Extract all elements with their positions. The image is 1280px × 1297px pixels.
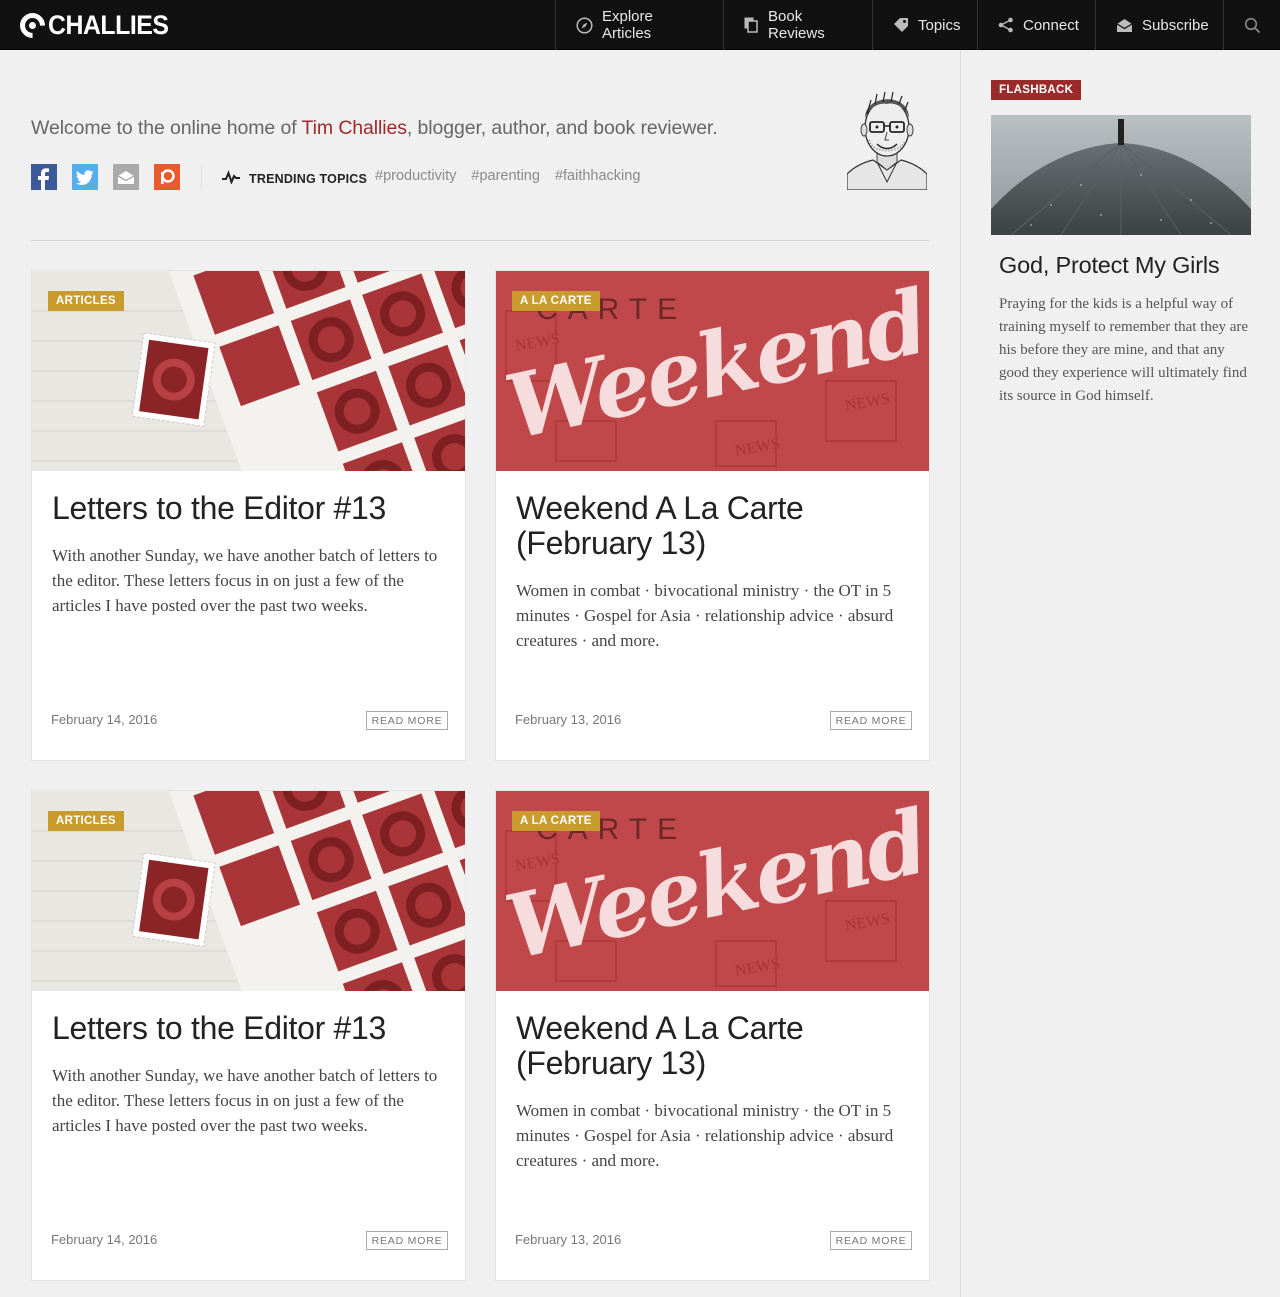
card-excerpt: Women in combat · bivocational ministry … <box>516 1101 894 1170</box>
tag-link[interactable]: #parenting <box>471 168 540 184</box>
nav-connect[interactable]: Connect <box>977 0 1095 50</box>
nav-label: Topics <box>918 16 961 34</box>
card-title[interactable]: Weekend A La Carte (February 13) <box>516 491 916 561</box>
category-badge[interactable]: A LA CARTE <box>512 291 600 311</box>
main-nav: Explore Articles Book Reviews Topics Con… <box>555 0 1280 50</box>
trending-icon <box>221 170 241 187</box>
nav-topics[interactable]: Topics <box>872 0 977 50</box>
nav-label: Explore Articles <box>602 8 653 42</box>
card-excerpt: Women in combat · bivocational ministry … <box>516 581 894 650</box>
article-card[interactable]: ARTICLES Letters to the Editor #13 With … <box>31 790 466 1281</box>
tag-icon <box>893 17 909 34</box>
welcome-text: Welcome to the online home of Tim Challi… <box>31 117 718 140</box>
read-more-button[interactable]: READ MORE <box>830 1231 912 1250</box>
nav-label: Connect <box>1023 16 1079 34</box>
email-icon[interactable] <box>113 164 139 190</box>
card-title[interactable]: Weekend A La Carte (February 13) <box>516 1011 916 1081</box>
challies-logo[interactable]: CHALLIES <box>14 7 179 43</box>
intro-section: Welcome to the online home of Tim Challi… <box>31 50 929 241</box>
trending-tags: #productivity #parenting #faithhacking <box>375 168 640 184</box>
read-more-button[interactable]: READ MORE <box>366 711 448 730</box>
card-date: February 14, 2016 <box>51 712 158 727</box>
nav-label: Subscribe <box>1142 16 1209 34</box>
search-button[interactable] <box>1223 0 1280 50</box>
read-more-button[interactable]: READ MORE <box>830 711 912 730</box>
card-image-letters[interactable]: ARTICLES <box>32 271 465 471</box>
category-badge[interactable]: ARTICLES <box>48 291 124 311</box>
card-date: February 13, 2016 <box>515 712 622 727</box>
article-card[interactable]: CARTE NEWS NEWS NEWS Weekend A LA CARTE … <box>495 270 930 761</box>
compass-icon <box>576 16 593 34</box>
tag-link[interactable]: #faithhacking <box>555 168 640 184</box>
card-date: February 13, 2016 <box>515 1232 622 1247</box>
flashback-excerpt: Praying for the kids is a helpful way of… <box>999 296 1249 404</box>
flashback-title[interactable]: God, Protect My Girls <box>999 252 1220 279</box>
books-icon <box>744 17 759 34</box>
nav-explore-articles[interactable]: Explore Articles <box>555 0 723 50</box>
card-title[interactable]: Letters to the Editor #13 <box>52 1011 452 1046</box>
nav-subscribe[interactable]: Subscribe <box>1095 0 1223 50</box>
category-badge[interactable]: ARTICLES <box>48 811 124 831</box>
search-icon <box>1244 17 1261 34</box>
trending-topics-label: TRENDING TOPICS <box>221 170 367 187</box>
top-navigation-bar: CHALLIES Explore Articles Book Reviews T… <box>0 0 1280 50</box>
card-image-letters[interactable]: ARTICLES <box>32 791 465 991</box>
article-card[interactable]: CARTE NEWS NEWS NEWS Weekend A LA CARTE … <box>495 790 930 1281</box>
card-image-weekend[interactable]: CARTE NEWS NEWS NEWS Weekend A LA CARTE <box>496 791 929 991</box>
envelope-icon <box>1116 17 1133 34</box>
author-avatar[interactable] <box>846 78 928 191</box>
facebook-icon[interactable] <box>31 164 57 190</box>
flashback-image[interactable] <box>991 115 1251 235</box>
logo-text: CHALLIES <box>48 9 169 40</box>
welcome-prefix: Welcome to the online home of <box>31 117 302 139</box>
patreon-icon[interactable] <box>154 164 180 190</box>
card-date: February 14, 2016 <box>51 1232 158 1247</box>
social-divider <box>201 164 202 190</box>
card-excerpt: With another Sunday, we have another bat… <box>52 546 438 615</box>
welcome-suffix: , blogger, author, and book reviewer. <box>406 117 718 139</box>
flashback-badge[interactable]: FLASHBACK <box>991 80 1082 100</box>
category-badge[interactable]: A LA CARTE <box>512 811 600 831</box>
card-excerpt: With another Sunday, we have another bat… <box>52 1066 438 1135</box>
tag-link[interactable]: #productivity <box>375 168 456 184</box>
share-icon <box>998 17 1014 34</box>
sidebar: FLASHBACK God, Protect My Girls Praying … <box>960 50 1280 1297</box>
author-name-link[interactable]: Tim Challies <box>302 117 407 139</box>
read-more-button[interactable]: READ MORE <box>366 1231 448 1250</box>
card-title[interactable]: Letters to the Editor #13 <box>52 491 452 526</box>
trending-label: TRENDING TOPICS <box>249 171 368 186</box>
article-card[interactable]: ARTICLES Letters to the Editor #13 With … <box>31 270 466 761</box>
social-links <box>31 164 180 190</box>
card-image-weekend[interactable]: CARTE NEWS NEWS NEWS Weekend A LA CARTE <box>496 271 929 471</box>
nav-label: Book Reviews <box>768 8 825 42</box>
twitter-icon[interactable] <box>72 164 98 190</box>
challies-logo-mark <box>14 7 51 43</box>
nav-book-reviews[interactable]: Book Reviews <box>723 0 872 50</box>
